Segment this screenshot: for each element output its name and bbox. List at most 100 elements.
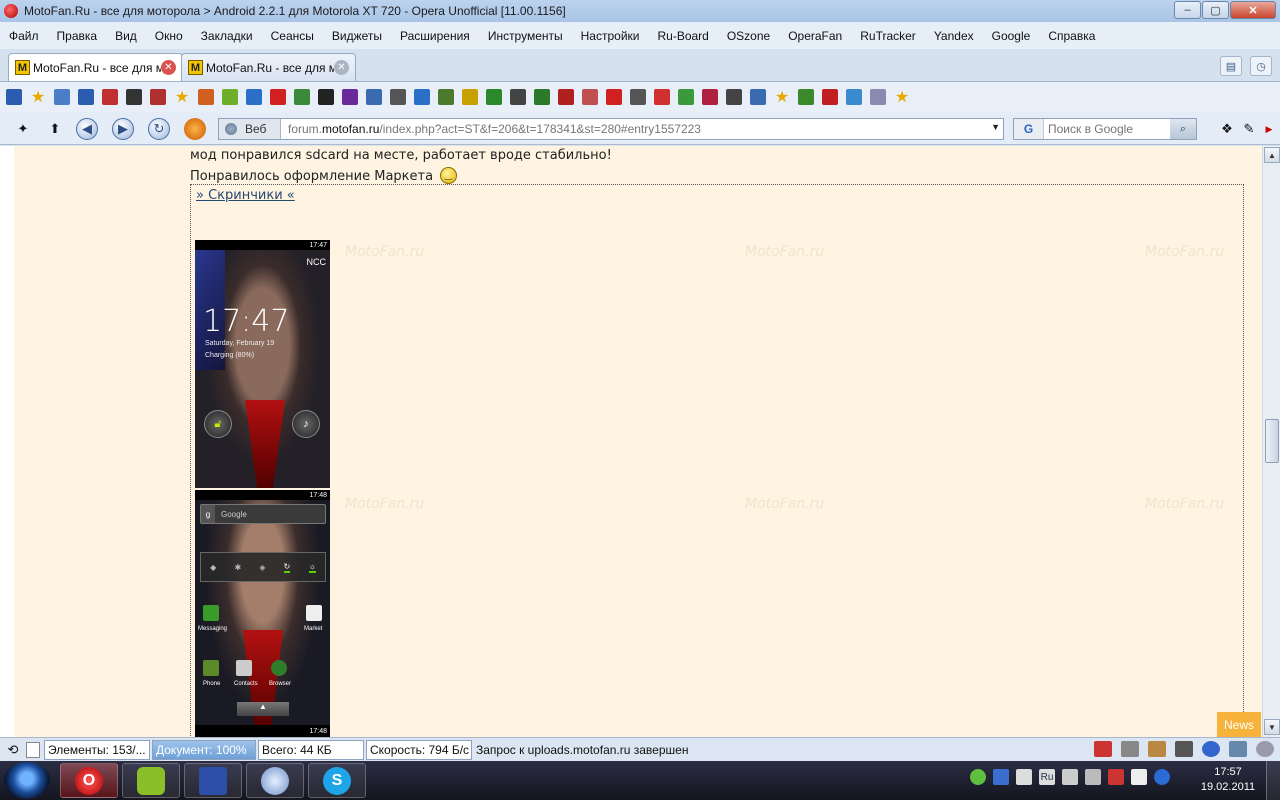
bookmark-35-icon[interactable] xyxy=(822,89,838,105)
bookmark-6-icon[interactable] xyxy=(126,89,142,105)
bookmark-16-icon[interactable] xyxy=(366,89,382,105)
bookmark-30-icon[interactable] xyxy=(702,89,718,105)
spoiler-toggle-link[interactable]: » Скринчики « xyxy=(196,188,295,203)
trash-icon[interactable]: ▤ xyxy=(1220,56,1242,76)
google-icon[interactable]: G xyxy=(1014,119,1044,139)
bookmark-1-icon[interactable] xyxy=(6,89,22,105)
translate-icon[interactable] xyxy=(1229,741,1247,757)
menu-yandex[interactable]: Yandex xyxy=(934,29,974,43)
bookmark-panel-icon[interactable]: ❖ xyxy=(1216,118,1238,140)
menu-sessions[interactable]: Сеансы xyxy=(271,29,314,43)
star-icon[interactable]: ★ xyxy=(174,89,190,106)
firefox-icon[interactable] xyxy=(184,118,206,140)
menu-view[interactable]: Вид xyxy=(115,29,137,43)
search-input[interactable] xyxy=(1044,122,1164,136)
bookmark-13-icon[interactable] xyxy=(294,89,310,105)
menu-oszone[interactable]: OSzone xyxy=(727,29,770,43)
network-icon[interactable] xyxy=(993,769,1009,785)
ebay-icon[interactable] xyxy=(102,89,118,105)
speed-dial-icon[interactable]: ◷ xyxy=(1250,56,1272,76)
star-icon[interactable]: ★ xyxy=(30,89,46,106)
reload-icon[interactable]: ↻ xyxy=(148,118,170,140)
bookmark-3-icon[interactable] xyxy=(54,89,70,105)
show-desktop-button[interactable] xyxy=(1266,761,1280,800)
flac-music-icon[interactable] xyxy=(462,89,478,105)
search-field[interactable]: G ⌕ xyxy=(1013,118,1197,140)
sync-icon[interactable]: ⟲ xyxy=(0,742,26,758)
bookmark-32-icon[interactable] xyxy=(750,89,766,105)
taskbar-opera[interactable]: O xyxy=(60,763,118,798)
youtube-icon[interactable] xyxy=(606,89,622,105)
close-button[interactable]: ✕ xyxy=(1230,1,1276,19)
info-icon[interactable] xyxy=(1202,741,1220,757)
menu-settings[interactable]: Настройки xyxy=(581,29,640,43)
tab-motofan-1[interactable]: M MotoFan.Ru - все для моторола ✕ xyxy=(8,53,183,81)
menu-file[interactable]: Файл xyxy=(9,29,39,43)
menu-operafan[interactable]: OperaFan xyxy=(788,29,842,43)
lmgtfy-icon[interactable] xyxy=(342,89,358,105)
device-icon[interactable] xyxy=(1016,769,1032,785)
menu-window[interactable]: Окно xyxy=(155,29,183,43)
rasta-icon[interactable] xyxy=(486,89,502,105)
taskbar-save[interactable] xyxy=(184,763,242,798)
forward-icon[interactable]: ▶ xyxy=(112,118,134,140)
taskbar-clock[interactable]: 17:57 19.02.2011 xyxy=(1196,765,1260,795)
star-icon[interactable]: ★ xyxy=(894,89,910,106)
star-icon[interactable]: ★ xyxy=(774,89,790,106)
start-button[interactable] xyxy=(4,762,50,799)
bookmark-18-icon[interactable] xyxy=(414,89,430,105)
bookmark-25-icon[interactable] xyxy=(582,89,598,105)
up-arrow-icon[interactable]: ⬆ xyxy=(44,118,66,140)
bookmark-37-icon[interactable] xyxy=(870,89,886,105)
bookmark-31-icon[interactable] xyxy=(726,89,742,105)
bookmark-11-icon[interactable] xyxy=(246,89,262,105)
taskbar-skype[interactable]: S xyxy=(308,763,366,798)
bookmark-4-icon[interactable] xyxy=(78,89,94,105)
icq-icon[interactable] xyxy=(970,769,986,785)
bookmark-17-icon[interactable] xyxy=(390,89,406,105)
flag-icon[interactable] xyxy=(1108,769,1124,785)
shield-icon[interactable] xyxy=(318,89,334,105)
lock-screen-screenshot[interactable]: 17:47 NCC 17:47 Saturday, February 19 Ch… xyxy=(195,240,330,488)
taskbar-android[interactable] xyxy=(122,763,180,798)
menu-widgets[interactable]: Виджеты xyxy=(332,29,382,43)
maximize-button[interactable]: ▢ xyxy=(1202,1,1229,19)
bookmark-36-icon[interactable] xyxy=(846,89,862,105)
url-text[interactable]: forum.motofan.ru/index.php?act=ST&f=206&… xyxy=(281,122,981,136)
signal-icon[interactable] xyxy=(1085,769,1101,785)
bookmark-28-icon[interactable] xyxy=(654,89,670,105)
basketball-icon[interactable] xyxy=(198,89,214,105)
cube-icon[interactable] xyxy=(510,89,526,105)
site-info-button[interactable]: Веб xyxy=(219,119,281,139)
menu-bookmarks[interactable]: Закладки xyxy=(201,29,253,43)
scroll-thumb[interactable] xyxy=(1265,419,1279,463)
search-icon[interactable]: ⌕ xyxy=(1170,119,1196,139)
settings-icon[interactable] xyxy=(1256,741,1274,757)
menu-tools[interactable]: Инструменты xyxy=(488,29,563,43)
vertical-scrollbar[interactable]: ▲ ▼ xyxy=(1262,146,1280,737)
bookmark-19-icon[interactable] xyxy=(438,89,454,105)
scroll-up-icon[interactable]: ▲ xyxy=(1264,147,1280,163)
opera-icon[interactable] xyxy=(270,89,286,105)
android-icon[interactable] xyxy=(222,89,238,105)
wand-icon[interactable]: ✦ xyxy=(12,118,34,140)
xda-icon[interactable] xyxy=(150,89,166,105)
back-icon[interactable]: ◀ xyxy=(76,118,98,140)
keyboard-icon[interactable] xyxy=(1175,741,1193,757)
volume-icon[interactable] xyxy=(1062,769,1078,785)
menu-google[interactable]: Google xyxy=(992,29,1031,43)
bluetooth-icon[interactable] xyxy=(1154,769,1170,785)
tab-close-icon[interactable]: ✕ xyxy=(161,60,176,75)
news-badge[interactable]: News xyxy=(1217,712,1261,737)
minimize-button[interactable]: – xyxy=(1174,1,1201,19)
bookmark-34-icon[interactable] xyxy=(798,89,814,105)
youtube-icon[interactable] xyxy=(1094,741,1112,757)
address-field[interactable]: Веб forum.motofan.ru/index.php?act=ST&f=… xyxy=(218,118,1004,140)
chevron-down-icon[interactable]: ▼ xyxy=(991,122,1000,132)
scroll-down-icon[interactable]: ▼ xyxy=(1264,719,1280,735)
bookmark-23-icon[interactable] xyxy=(534,89,550,105)
taskbar-app[interactable] xyxy=(246,763,304,798)
home-screen-screenshot[interactable]: 17:48 g Google ◆ ✱ ◈ ↻ ☼ Messaging Marke… xyxy=(195,490,330,735)
q-icon[interactable] xyxy=(630,89,646,105)
menu-extensions[interactable]: Расширения xyxy=(400,29,470,43)
